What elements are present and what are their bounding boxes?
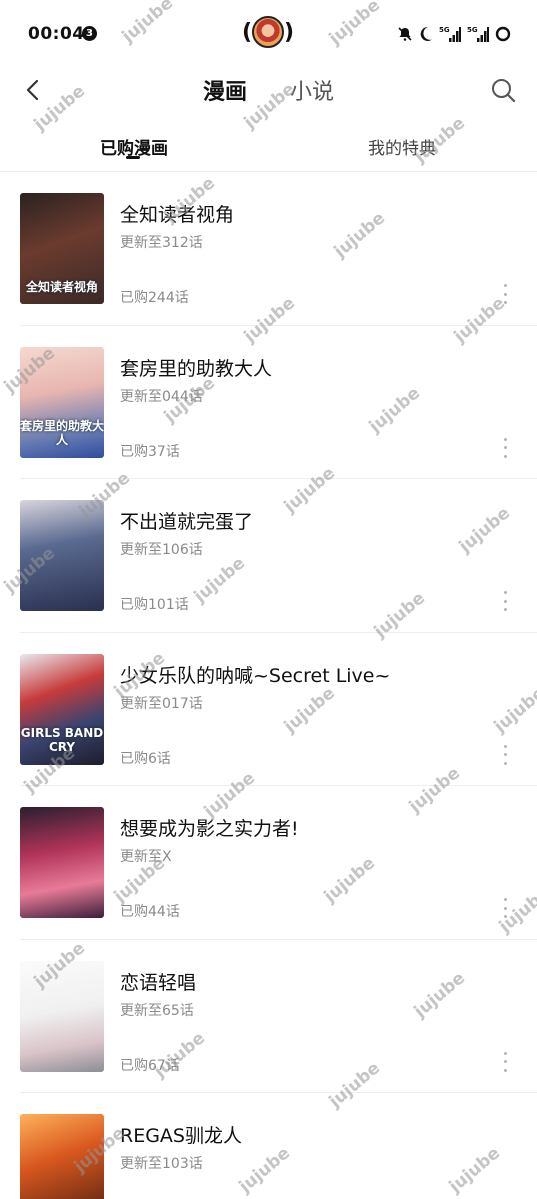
back-arrow-icon[interactable]: [18, 74, 50, 106]
purchased-count: 已购37话: [120, 443, 180, 460]
tab-comics[interactable]: 漫画: [203, 74, 247, 106]
avatar-right-bracket: ): [283, 20, 294, 45]
more-options-icon[interactable]: [499, 591, 511, 611]
comic-cover[interactable]: [20, 807, 104, 918]
status-bar: 00:04 3 ( ) 5G 5G: [0, 0, 537, 68]
tab-novels[interactable]: 小说: [290, 74, 334, 106]
comic-cover[interactable]: [20, 960, 104, 1072]
top-nav: 漫画 小说: [0, 68, 537, 114]
purchased-count: 已购67话: [120, 1057, 180, 1074]
comic-cover[interactable]: [20, 1114, 104, 1199]
comic-title: 全知读者视角: [120, 204, 235, 226]
avatar-left-bracket: (: [242, 20, 253, 45]
update-status: 更新至X: [120, 849, 172, 865]
comic-title: 想要成为影之实力者!: [120, 818, 299, 840]
comic-cover[interactable]: [20, 500, 104, 611]
more-options-icon[interactable]: [499, 284, 511, 304]
more-options-icon[interactable]: [499, 437, 511, 458]
battery-ring-icon: [495, 26, 511, 42]
svg-text:5G: 5G: [467, 26, 478, 34]
list-item[interactable]: 全知读者视角 全知读者视角 更新至312话 已购244话: [0, 172, 537, 326]
comic-title: 恋语轻唱: [120, 971, 197, 994]
more-options-icon[interactable]: [499, 898, 511, 918]
comic-title: 少女乐队的呐喊~Secret Live~: [120, 664, 391, 687]
bell-muted-icon: [398, 27, 412, 41]
signal-icon-1: 5G: [439, 26, 461, 42]
comic-cover[interactable]: GIRLS BAND CRY: [20, 653, 104, 765]
cover-title-text: 套房里的助教大人: [20, 418, 104, 448]
cover-title-text: 全知读者视角: [25, 279, 98, 294]
list-item[interactable]: 不出道就完蛋了 更新至106话 已购101话: [0, 479, 537, 633]
purchased-count: 已购101话: [120, 597, 189, 613]
active-tab-indicator: [126, 156, 140, 159]
purchased-count: 已购6话: [120, 750, 171, 767]
comic-cover[interactable]: 套房里的助教大人: [20, 346, 104, 458]
update-status: 更新至312话: [120, 235, 203, 251]
sub-tabs: 已购漫画 我的特典: [0, 126, 537, 172]
list-item[interactable]: GIRLS BAND CRY 少女乐队的呐喊~Secret Live~ 更新至0…: [0, 633, 537, 787]
avatar-icon: [252, 16, 284, 48]
tab-my-extras[interactable]: 我的特典: [368, 134, 436, 159]
comic-cover[interactable]: 全知读者视角: [20, 193, 104, 304]
comic-title: 不出道就完蛋了: [120, 511, 254, 533]
purchased-comic-list: 全知读者视角 全知读者视角 更新至312话 已购244话 套房里的助教大人 套房…: [0, 172, 537, 1199]
list-item[interactable]: 恋语轻唱 更新至65话 已购67话: [0, 940, 537, 1094]
comic-title: 套房里的助教大人: [120, 357, 273, 380]
status-time: 00:04: [28, 24, 85, 44]
list-item[interactable]: 套房里的助教大人 套房里的助教大人 更新至044话 已购37话: [0, 326, 537, 480]
status-icons: 5G 5G: [397, 24, 511, 44]
search-icon[interactable]: [489, 76, 517, 104]
update-status: 更新至103话: [120, 1156, 203, 1172]
update-status: 更新至65话: [120, 1002, 194, 1019]
svg-text:5G: 5G: [439, 26, 450, 34]
purchased-count: 已购44话: [120, 904, 180, 920]
more-options-icon[interactable]: [499, 1051, 511, 1072]
update-status: 更新至106话: [120, 542, 203, 558]
list-item[interactable]: REGAS驯龙人 更新至103话: [0, 1093, 537, 1199]
comic-title: REGAS驯龙人: [120, 1125, 242, 1147]
list-item[interactable]: 想要成为影之实力者! 更新至X 已购44话: [0, 786, 537, 940]
cover-title-text: GIRLS BAND CRY: [20, 725, 104, 755]
notification-count-badge: 3: [82, 26, 97, 41]
status-avatar: ( ): [242, 16, 294, 52]
moon-icon: [420, 26, 432, 41]
update-status: 更新至017话: [120, 695, 203, 712]
update-status: 更新至044话: [120, 388, 203, 405]
signal-icon-2: 5G: [467, 26, 489, 42]
more-options-icon[interactable]: [499, 744, 511, 765]
purchased-count: 已购244话: [120, 290, 189, 306]
